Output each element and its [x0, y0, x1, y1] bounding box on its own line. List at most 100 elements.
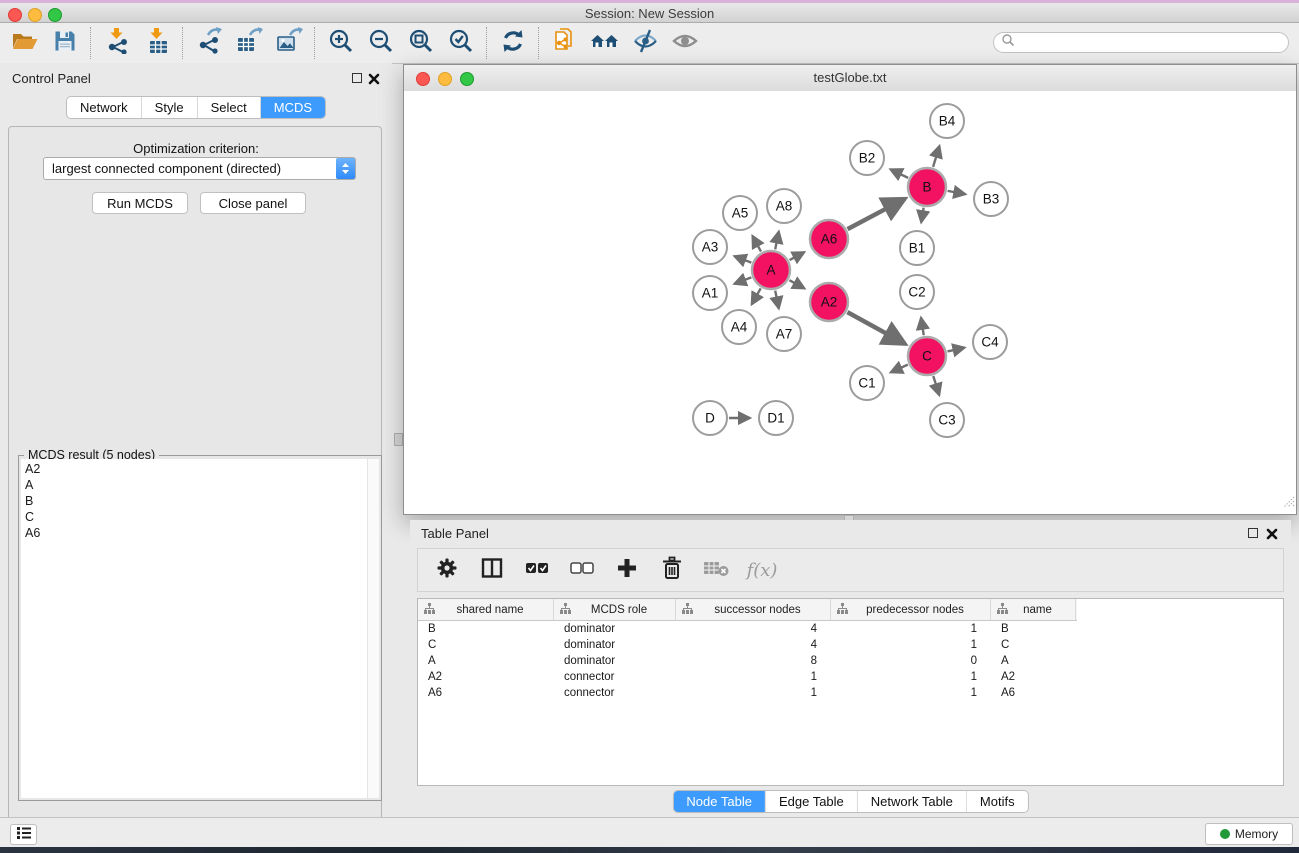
- table-row[interactable]: A6connector11A6: [418, 685, 1283, 701]
- network-graph[interactable]: B4B2BB3A8A5A6A3B1AC2A1A2A4A7C4CC1C3DD1: [404, 91, 1296, 514]
- edge-A-A3[interactable]: [734, 256, 751, 262]
- refresh-button[interactable]: [497, 27, 529, 59]
- table-row[interactable]: Adominator80A: [418, 653, 1283, 669]
- deselect-all-button[interactable]: [567, 554, 597, 586]
- run-mcds-button[interactable]: Run MCDS: [92, 192, 188, 214]
- table-cell[interactable]: dominator: [554, 653, 676, 669]
- table-cell[interactable]: A6: [991, 685, 1076, 701]
- import-table-button[interactable]: [141, 27, 173, 59]
- resize-grip[interactable]: [1282, 495, 1295, 513]
- node-B2[interactable]: B2: [850, 141, 884, 175]
- save-session-button[interactable]: [49, 27, 81, 59]
- edge-A2-C[interactable]: [847, 312, 905, 344]
- column-header-shared-name[interactable]: shared name: [418, 599, 554, 620]
- edge-B-B4[interactable]: [933, 146, 939, 167]
- tab-network[interactable]: Network: [67, 97, 141, 118]
- network-canvas[interactable]: B4B2BB3A8A5A6A3B1AC2A1A2A4A7C4CC1C3DD1: [404, 91, 1296, 514]
- mcds-result-item[interactable]: A: [25, 477, 367, 493]
- export-network-button[interactable]: [193, 27, 225, 59]
- table-cell[interactable]: A2: [418, 669, 554, 685]
- table-cell[interactable]: 1: [831, 685, 991, 701]
- export-image-button[interactable]: [273, 27, 305, 59]
- node-C[interactable]: C: [908, 337, 946, 375]
- vertical-splitter-handle[interactable]: [394, 433, 403, 446]
- zoom-fit-button[interactable]: [405, 27, 437, 59]
- hide-annotations-button[interactable]: [629, 27, 661, 59]
- tab-style[interactable]: Style: [141, 97, 197, 118]
- mcds-result-item[interactable]: A6: [25, 525, 367, 541]
- edge-B-B2[interactable]: [890, 169, 908, 178]
- table-row[interactable]: Cdominator41C: [418, 637, 1283, 653]
- edge-B-B3[interactable]: [948, 191, 966, 194]
- table-cell[interactable]: A: [991, 653, 1076, 669]
- table-cell[interactable]: B: [418, 621, 554, 637]
- task-history-button[interactable]: [10, 824, 37, 845]
- tab-select[interactable]: Select: [197, 97, 260, 118]
- float-panel-icon[interactable]: [352, 73, 362, 83]
- node-A2[interactable]: A2: [810, 283, 848, 321]
- table-settings-button[interactable]: [432, 554, 462, 586]
- mcds-result-item[interactable]: A2: [25, 461, 367, 477]
- node-A4[interactable]: A4: [722, 310, 756, 344]
- edge-A-A8[interactable]: [775, 231, 779, 249]
- tab-motifs[interactable]: Motifs: [966, 791, 1028, 812]
- node-A3[interactable]: A3: [693, 230, 727, 264]
- edge-A-A5[interactable]: [752, 236, 761, 252]
- export-table-button[interactable]: [233, 27, 265, 59]
- table-cell[interactable]: 1: [831, 621, 991, 637]
- node-C2[interactable]: C2: [900, 275, 934, 309]
- table-cell[interactable]: 1: [676, 669, 831, 685]
- zoom-out-button[interactable]: [365, 27, 397, 59]
- node-B1[interactable]: B1: [900, 231, 934, 265]
- table-cell[interactable]: dominator: [554, 621, 676, 637]
- table-cell[interactable]: 4: [676, 637, 831, 653]
- node-D[interactable]: D: [693, 401, 727, 435]
- table-cell[interactable]: 1: [676, 685, 831, 701]
- import-network-button[interactable]: [101, 27, 133, 59]
- node-A8[interactable]: A8: [767, 189, 801, 223]
- edge-A-A7[interactable]: [775, 291, 779, 309]
- node-A7[interactable]: A7: [767, 317, 801, 351]
- delete-table-button[interactable]: [702, 554, 732, 586]
- close-panel-icon[interactable]: [368, 72, 380, 84]
- table-cell[interactable]: B: [991, 621, 1076, 637]
- houses-button[interactable]: [589, 27, 621, 59]
- mcds-result-item[interactable]: C: [25, 509, 367, 525]
- node-B3[interactable]: B3: [974, 182, 1008, 216]
- edge-C-C4[interactable]: [947, 348, 964, 352]
- float-table-panel-icon[interactable]: [1248, 528, 1258, 538]
- close-panel-button[interactable]: Close panel: [200, 192, 306, 214]
- tab-edge-table[interactable]: Edge Table: [765, 791, 857, 812]
- column-header-successor-nodes[interactable]: successor nodes: [676, 599, 831, 620]
- node-A[interactable]: A: [752, 251, 790, 289]
- mcds-result-list[interactable]: A2ABCA6: [21, 459, 368, 798]
- edge-A6-B[interactable]: [848, 199, 905, 229]
- table-cell[interactable]: A6: [418, 685, 554, 701]
- tab-node-table[interactable]: Node Table: [673, 791, 765, 812]
- zoom-selected-button[interactable]: [445, 27, 477, 59]
- edge-C-C2[interactable]: [921, 318, 924, 336]
- node-B[interactable]: B: [908, 168, 946, 206]
- mcds-result-item[interactable]: B: [25, 493, 367, 509]
- table-cell[interactable]: 1: [831, 669, 991, 685]
- close-table-panel-icon[interactable]: [1266, 527, 1278, 539]
- table-row[interactable]: A2connector11A2: [418, 669, 1283, 685]
- memory-button[interactable]: Memory: [1205, 823, 1293, 845]
- edge-A-A6[interactable]: [790, 252, 805, 260]
- table-cell[interactable]: A: [418, 653, 554, 669]
- edge-A-A4[interactable]: [752, 288, 761, 304]
- table-cell[interactable]: 0: [831, 653, 991, 669]
- node-D1[interactable]: D1: [759, 401, 793, 435]
- network-window-titlebar[interactable]: testGlobe.txt: [404, 65, 1296, 92]
- table-cell[interactable]: C: [418, 637, 554, 653]
- select-all-button[interactable]: [522, 554, 552, 586]
- node-B4[interactable]: B4: [930, 104, 964, 138]
- tab-mcds[interactable]: MCDS: [260, 97, 325, 118]
- table-row[interactable]: Bdominator41B: [418, 621, 1283, 637]
- node-C1[interactable]: C1: [850, 366, 884, 400]
- zoom-in-button[interactable]: [325, 27, 357, 59]
- edge-C-C1[interactable]: [891, 365, 908, 373]
- tab-network-table[interactable]: Network Table: [857, 791, 966, 812]
- node-C4[interactable]: C4: [973, 325, 1007, 359]
- edge-C-C3[interactable]: [933, 376, 939, 395]
